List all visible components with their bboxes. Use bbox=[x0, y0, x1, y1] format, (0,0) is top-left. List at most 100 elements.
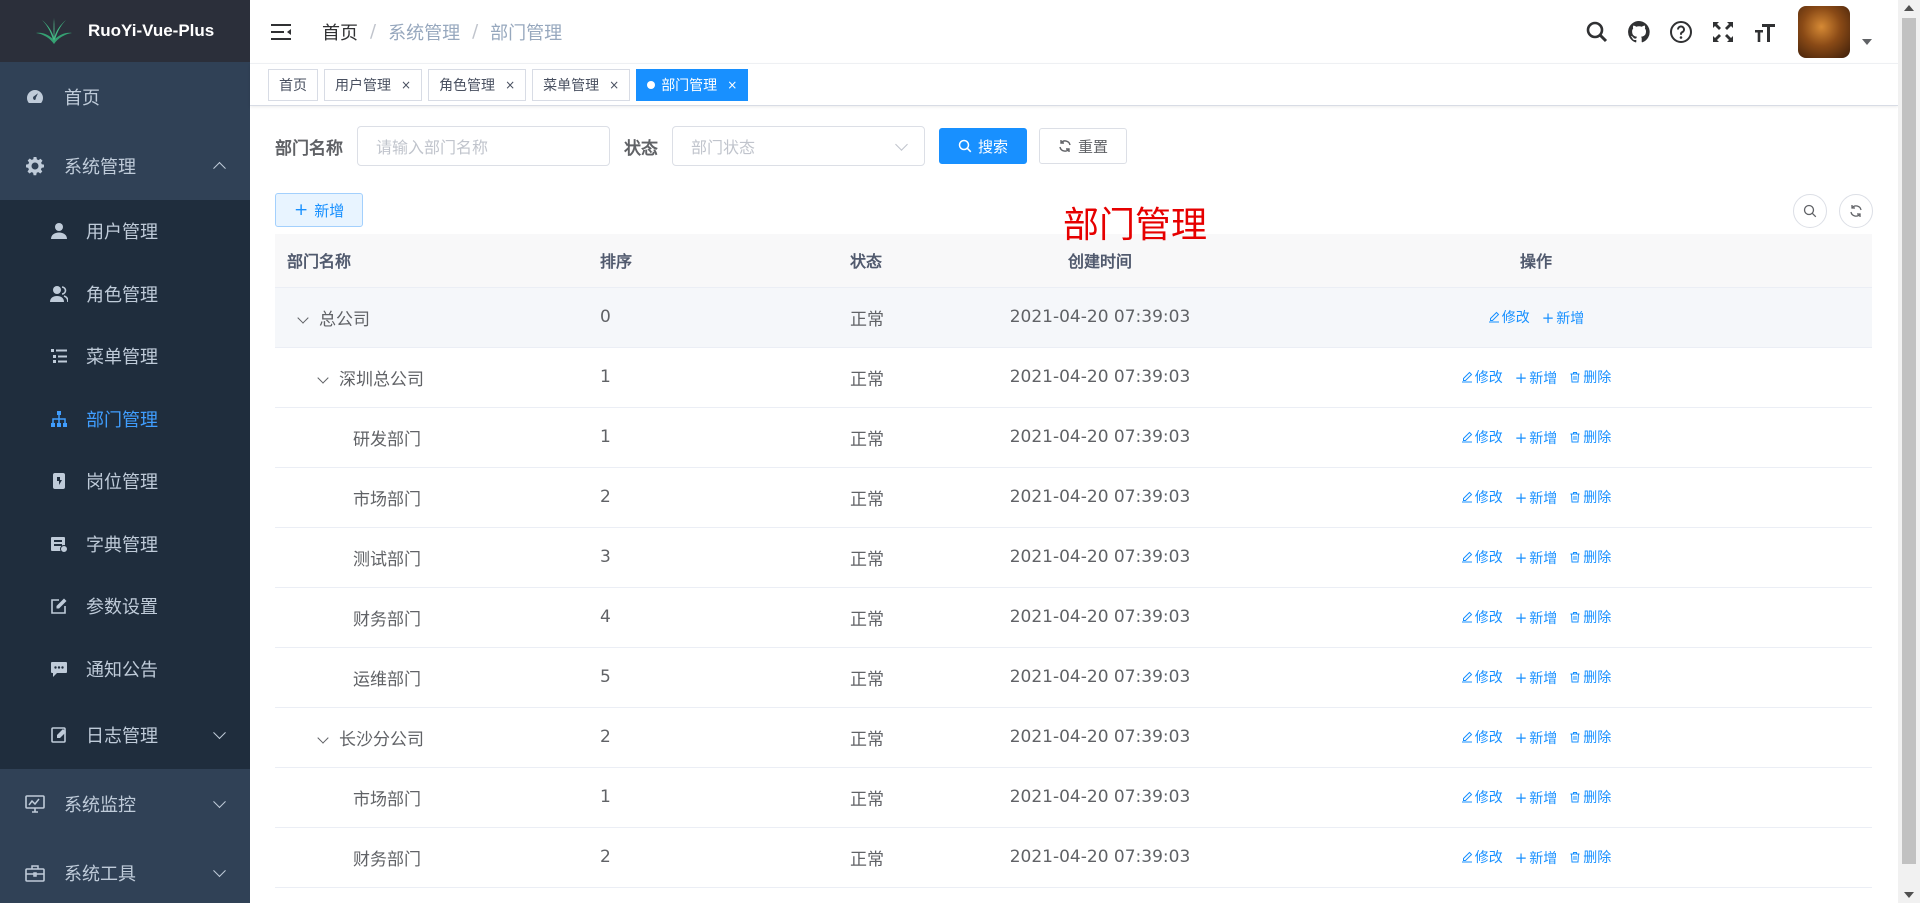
edit-button[interactable]: 修改 bbox=[1461, 427, 1503, 447]
add-child-button[interactable]: + 新增 bbox=[1515, 428, 1558, 448]
avatar[interactable] bbox=[1798, 6, 1850, 58]
add-label: 新增 bbox=[1529, 850, 1558, 867]
font-size-icon[interactable] bbox=[1752, 19, 1778, 45]
logo[interactable]: RuoYi-Vue-Plus bbox=[0, 0, 250, 62]
help-icon[interactable] bbox=[1668, 19, 1694, 45]
tag-depts[interactable]: 部门管理 × bbox=[636, 68, 749, 101]
scrollbar[interactable] bbox=[1898, 0, 1920, 903]
delete-label: 删除 bbox=[1583, 369, 1612, 386]
edit-button[interactable]: 修改 bbox=[1461, 367, 1503, 387]
sidebar-item-dicts[interactable]: 字典管理 bbox=[0, 513, 250, 576]
cell-sort: 1 bbox=[600, 407, 850, 468]
sidebar-item-home[interactable]: 首页 bbox=[0, 62, 250, 131]
sidebar-item-posts[interactable]: 岗位管理 bbox=[0, 450, 250, 513]
edit-button[interactable]: 修改 bbox=[1461, 787, 1503, 807]
add-child-button[interactable]: + 新增 bbox=[1542, 308, 1585, 328]
edit-button[interactable]: 修改 bbox=[1461, 727, 1503, 747]
caret-down-icon[interactable] bbox=[1862, 39, 1872, 45]
delete-button[interactable]: 删除 bbox=[1569, 487, 1611, 507]
sidebar-item-label: 部门管理 bbox=[86, 409, 158, 431]
delete-button[interactable]: 删除 bbox=[1569, 547, 1611, 567]
table-row[interactable]: 市场部门 2 正常 2021-04-20 07:39:03 修改 + 新增 删除 bbox=[275, 467, 1872, 528]
add-child-button[interactable]: + 新增 bbox=[1515, 368, 1558, 388]
edit-button[interactable]: 修改 bbox=[1461, 607, 1503, 627]
breadcrumb-home[interactable]: 首页 bbox=[322, 19, 358, 45]
delete-label: 删除 bbox=[1583, 729, 1612, 746]
status-select[interactable]: 部门状态 bbox=[672, 126, 925, 166]
edit-label: 修改 bbox=[1474, 549, 1503, 566]
scrollbar-thumb[interactable] bbox=[1902, 18, 1916, 864]
fullscreen-icon[interactable] bbox=[1710, 19, 1736, 45]
sidebar-item-tools[interactable]: 系统工具 bbox=[0, 838, 250, 903]
expand-toggle-icon[interactable] bbox=[317, 371, 329, 384]
table-row[interactable]: 财务部门 4 正常 2021-04-20 07:39:03 修改 + 新增 删除 bbox=[275, 587, 1872, 648]
sidebar-item-roles[interactable]: 角色管理 bbox=[0, 263, 250, 326]
add-dept-button[interactable]: + 新增 bbox=[275, 193, 364, 227]
plus-icon: + bbox=[1514, 668, 1528, 687]
table-row[interactable]: 测试部门 3 正常 2021-04-20 07:39:03 修改 + 新增 删除 bbox=[275, 527, 1872, 588]
add-child-button[interactable]: + 新增 bbox=[1515, 728, 1558, 748]
edit-button[interactable]: 修改 bbox=[1461, 847, 1503, 867]
dept-name-placeholder: 请输入部门名称 bbox=[376, 138, 489, 157]
add-child-button[interactable]: + 新增 bbox=[1515, 788, 1558, 808]
breadcrumb: 首页 / 系统管理 / 部门管理 bbox=[322, 19, 562, 45]
dept-name-input[interactable]: 请输入部门名称 bbox=[357, 126, 610, 166]
delete-button[interactable]: 删除 bbox=[1569, 667, 1611, 687]
edit-icon bbox=[1461, 611, 1473, 623]
table-row[interactable]: 研发部门 1 正常 2021-04-20 07:39:03 修改 + 新增 删除 bbox=[275, 407, 1872, 468]
table-row[interactable]: 财务部门 2 正常 2021-04-20 07:39:03 修改 + 新增 删除 bbox=[275, 827, 1872, 888]
cell-time: 2021-04-20 07:39:03 bbox=[1000, 707, 1200, 768]
sidebar-item-monitor[interactable]: 系统监控 bbox=[0, 769, 250, 838]
delete-button[interactable]: 删除 bbox=[1569, 367, 1611, 387]
delete-button[interactable]: 删除 bbox=[1569, 727, 1611, 747]
edit-button[interactable]: 修改 bbox=[1488, 307, 1530, 327]
search-icon[interactable] bbox=[1584, 19, 1610, 45]
delete-button[interactable]: 删除 bbox=[1569, 787, 1611, 807]
edit-button[interactable]: 修改 bbox=[1461, 487, 1503, 507]
expand-toggle-icon[interactable] bbox=[297, 311, 309, 324]
edit-button[interactable]: 修改 bbox=[1461, 547, 1503, 567]
table-row[interactable]: 运维部门 5 正常 2021-04-20 07:39:03 修改 + 新增 删除 bbox=[275, 647, 1872, 708]
sidebar-item-config[interactable]: 参数设置 bbox=[0, 575, 250, 638]
expand-toggle-icon[interactable] bbox=[317, 731, 329, 744]
add-child-button[interactable]: + 新增 bbox=[1515, 488, 1558, 508]
refresh-table-button[interactable] bbox=[1839, 194, 1873, 228]
reset-button[interactable]: 重置 bbox=[1039, 128, 1128, 164]
github-icon[interactable] bbox=[1626, 19, 1652, 45]
table-row[interactable]: 深圳总公司 1 正常 2021-04-20 07:39:03 修改 + 新增 删除 bbox=[275, 347, 1872, 408]
search-button[interactable]: 搜索 bbox=[939, 128, 1028, 164]
tag-menus[interactable]: 菜单管理 × bbox=[532, 68, 631, 101]
scroll-down-icon[interactable] bbox=[1904, 892, 1914, 898]
sidebar-item-system[interactable]: 系统管理 bbox=[0, 131, 250, 200]
table-row[interactable]: 市场部门 1 正常 2021-04-20 07:39:03 修改 + 新增 删除 bbox=[275, 767, 1872, 828]
delete-button[interactable]: 删除 bbox=[1569, 427, 1611, 447]
hamburger-icon[interactable] bbox=[270, 21, 292, 43]
close-icon[interactable]: × bbox=[727, 78, 737, 92]
sidebar-item-depts[interactable]: 部门管理 bbox=[0, 388, 250, 451]
delete-button[interactable]: 删除 bbox=[1569, 607, 1611, 627]
sidebar-item-notice[interactable]: 通知公告 bbox=[0, 638, 250, 701]
delete-button[interactable]: 删除 bbox=[1569, 847, 1611, 867]
close-icon[interactable]: × bbox=[401, 78, 411, 92]
plus-icon: + bbox=[1514, 488, 1528, 507]
add-child-button[interactable]: + 新增 bbox=[1515, 668, 1558, 688]
sidebar-item-menus[interactable]: 菜单管理 bbox=[0, 325, 250, 388]
sidebar-item-logs[interactable]: 日志管理 bbox=[0, 700, 250, 769]
close-icon[interactable]: × bbox=[609, 78, 619, 92]
tag-home[interactable]: 首页 bbox=[268, 68, 318, 101]
scroll-up-icon[interactable] bbox=[1904, 5, 1914, 11]
table-row[interactable]: 长沙分公司 2 正常 2021-04-20 07:39:03 修改 + 新增 删除 bbox=[275, 707, 1872, 768]
add-child-button[interactable]: + 新增 bbox=[1515, 548, 1558, 568]
tag-roles[interactable]: 角色管理 × bbox=[428, 68, 527, 101]
toggle-search-button[interactable] bbox=[1793, 194, 1827, 228]
tag-users[interactable]: 用户管理 × bbox=[324, 68, 423, 101]
close-icon[interactable]: × bbox=[505, 78, 515, 92]
delete-label: 删除 bbox=[1583, 549, 1612, 566]
table-row[interactable]: 总公司 0 正常 2021-04-20 07:39:03 修改 + 新增 bbox=[275, 287, 1872, 348]
sidebar-item-users[interactable]: 用户管理 bbox=[0, 200, 250, 263]
edit-label: 修改 bbox=[1474, 729, 1503, 746]
add-child-button[interactable]: + 新增 bbox=[1515, 608, 1558, 628]
add-child-button[interactable]: + 新增 bbox=[1515, 848, 1558, 868]
edit-button[interactable]: 修改 bbox=[1461, 667, 1503, 687]
cell-ops: 修改 + 新增 删除 bbox=[1200, 827, 1872, 888]
